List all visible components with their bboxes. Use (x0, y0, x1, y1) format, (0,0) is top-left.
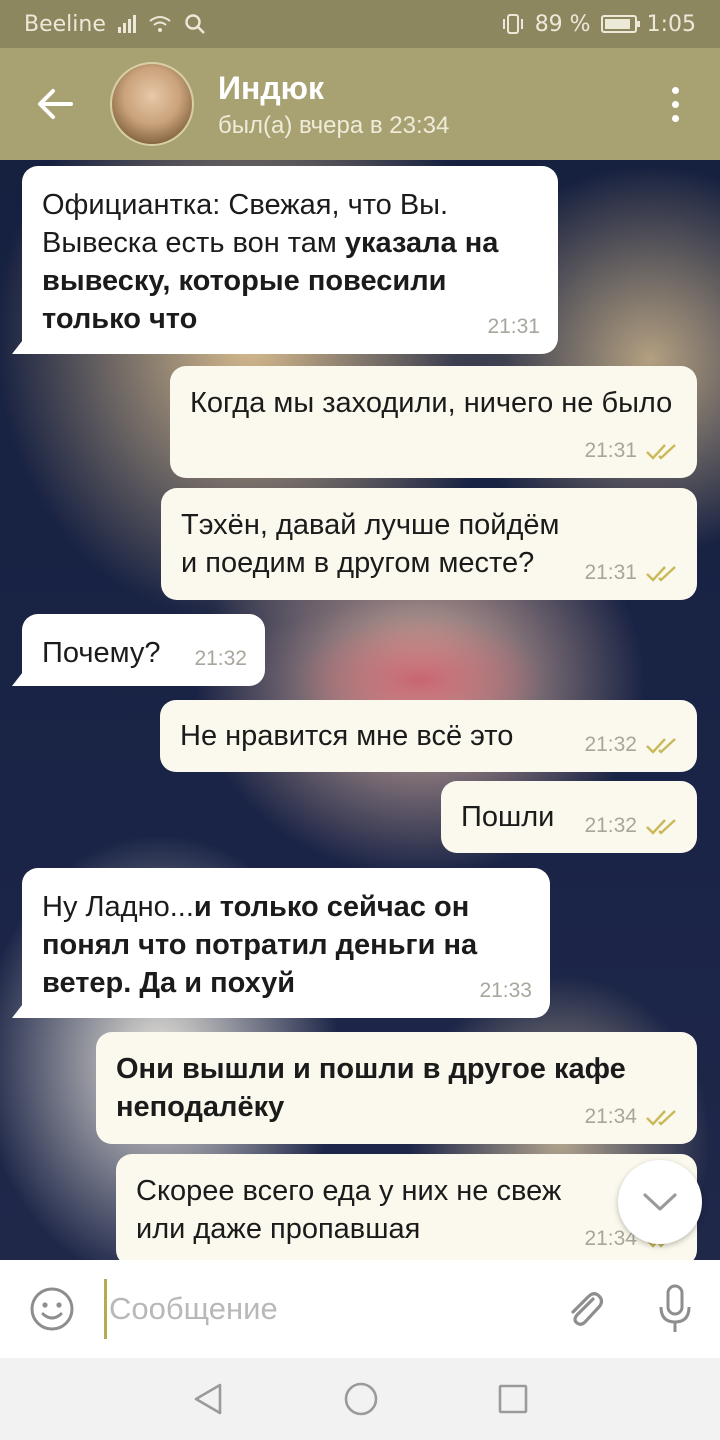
system-nav-bar (0, 1358, 720, 1440)
message-meta: 21:31 (584, 432, 679, 470)
voice-record-button[interactable] (630, 1283, 720, 1335)
message-outgoing[interactable]: Тэхён, давай лучше пойдём и поедим в дру… (161, 488, 697, 600)
message-outgoing[interactable]: Скорее всего еда у них не свеж или даже … (116, 1154, 697, 1260)
paperclip-icon (571, 1292, 604, 1326)
signal-icon (117, 15, 136, 33)
message-meta: 21:31 (584, 554, 679, 592)
more-options-button[interactable] (630, 48, 720, 160)
double-check-icon (646, 444, 676, 460)
message-text: Официантка: Свежая, что Вы. Вывеска есть… (42, 189, 499, 335)
avatar[interactable] (110, 62, 194, 146)
triangle-back-icon[interactable] (191, 1381, 225, 1417)
message-incoming[interactable]: Почему? 21:32 (12, 614, 265, 686)
message-text: Пошли (461, 801, 555, 833)
message-time: 21:32 (194, 647, 247, 670)
carrier-name: Beeline (24, 11, 106, 37)
square-recents-icon[interactable] (497, 1383, 529, 1415)
status-bar: Beeline 89 % 1:05 (0, 0, 720, 48)
battery-icon (600, 15, 640, 33)
message-outgoing[interactable]: Пошли 21:32 (441, 781, 697, 853)
contact-name: Индюк (218, 70, 324, 106)
double-check-icon (646, 1110, 676, 1126)
arrow-left-icon (38, 89, 73, 119)
emoji-button[interactable] (0, 1286, 104, 1332)
message-outgoing[interactable]: Когда мы заходили, ничего не было 21:31 (170, 366, 697, 478)
message-meta: 21:32 (584, 726, 679, 764)
message-incoming[interactable]: Официантка: Свежая, что Вы. Вывеска есть… (12, 166, 558, 354)
message-text: Почему? (42, 637, 161, 669)
message-text: Не нравится мне всё это (180, 720, 514, 752)
message-input[interactable] (104, 1279, 540, 1339)
scroll-down-button[interactable] (618, 1160, 702, 1244)
contact-info[interactable]: Индюк был(а) вчера в 23:34 (218, 68, 449, 140)
battery-percent: 89 % (534, 11, 591, 37)
clock: 1:05 (646, 11, 696, 37)
message-text: Ну Ладно...и только сейчас он понял что … (42, 891, 478, 999)
microphone-icon (659, 1284, 691, 1332)
double-check-icon (646, 566, 676, 582)
circle-home-icon[interactable] (343, 1381, 379, 1417)
wifi-icon (149, 16, 171, 32)
message-time: 21:33 (479, 979, 532, 1002)
message-outgoing[interactable]: Не нравится мне всё это 21:32 (160, 700, 697, 772)
search-icon (185, 14, 205, 34)
double-check-icon (646, 819, 676, 835)
double-check-icon (646, 738, 676, 754)
message-outgoing[interactable]: Они вышли и пошли в другое кафе неподалё… (96, 1032, 697, 1144)
attach-button[interactable] (540, 1287, 630, 1331)
message-text: Скорее всего еда у них не свеж или даже … (136, 1175, 562, 1245)
message-text: Тэхён, давай лучше пойдём и поедим в дру… (181, 509, 560, 579)
message-text: Они вышли и пошли в другое кафе неподалё… (116, 1053, 626, 1123)
message-text: Когда мы заходили, ничего не было (190, 387, 673, 419)
message-input-bar (0, 1260, 720, 1358)
message-time: 21:31 (487, 315, 540, 338)
smile-icon (30, 1287, 74, 1331)
vibrate-icon (502, 14, 523, 34)
message-meta: 21:34 (584, 1098, 679, 1136)
back-button[interactable] (0, 48, 110, 160)
chat-area[interactable]: Официантка: Свежая, что Вы. Вывеска есть… (0, 160, 720, 1260)
last-seen-status: был(а) вчера в 23:34 (218, 112, 450, 139)
message-incoming[interactable]: Ну Ладно...и только сейчас он понял что … (12, 868, 550, 1018)
message-meta: 21:32 (584, 807, 679, 845)
chat-header: Индюк был(а) вчера в 23:34 (0, 48, 720, 160)
chevron-down-icon (643, 1193, 677, 1211)
